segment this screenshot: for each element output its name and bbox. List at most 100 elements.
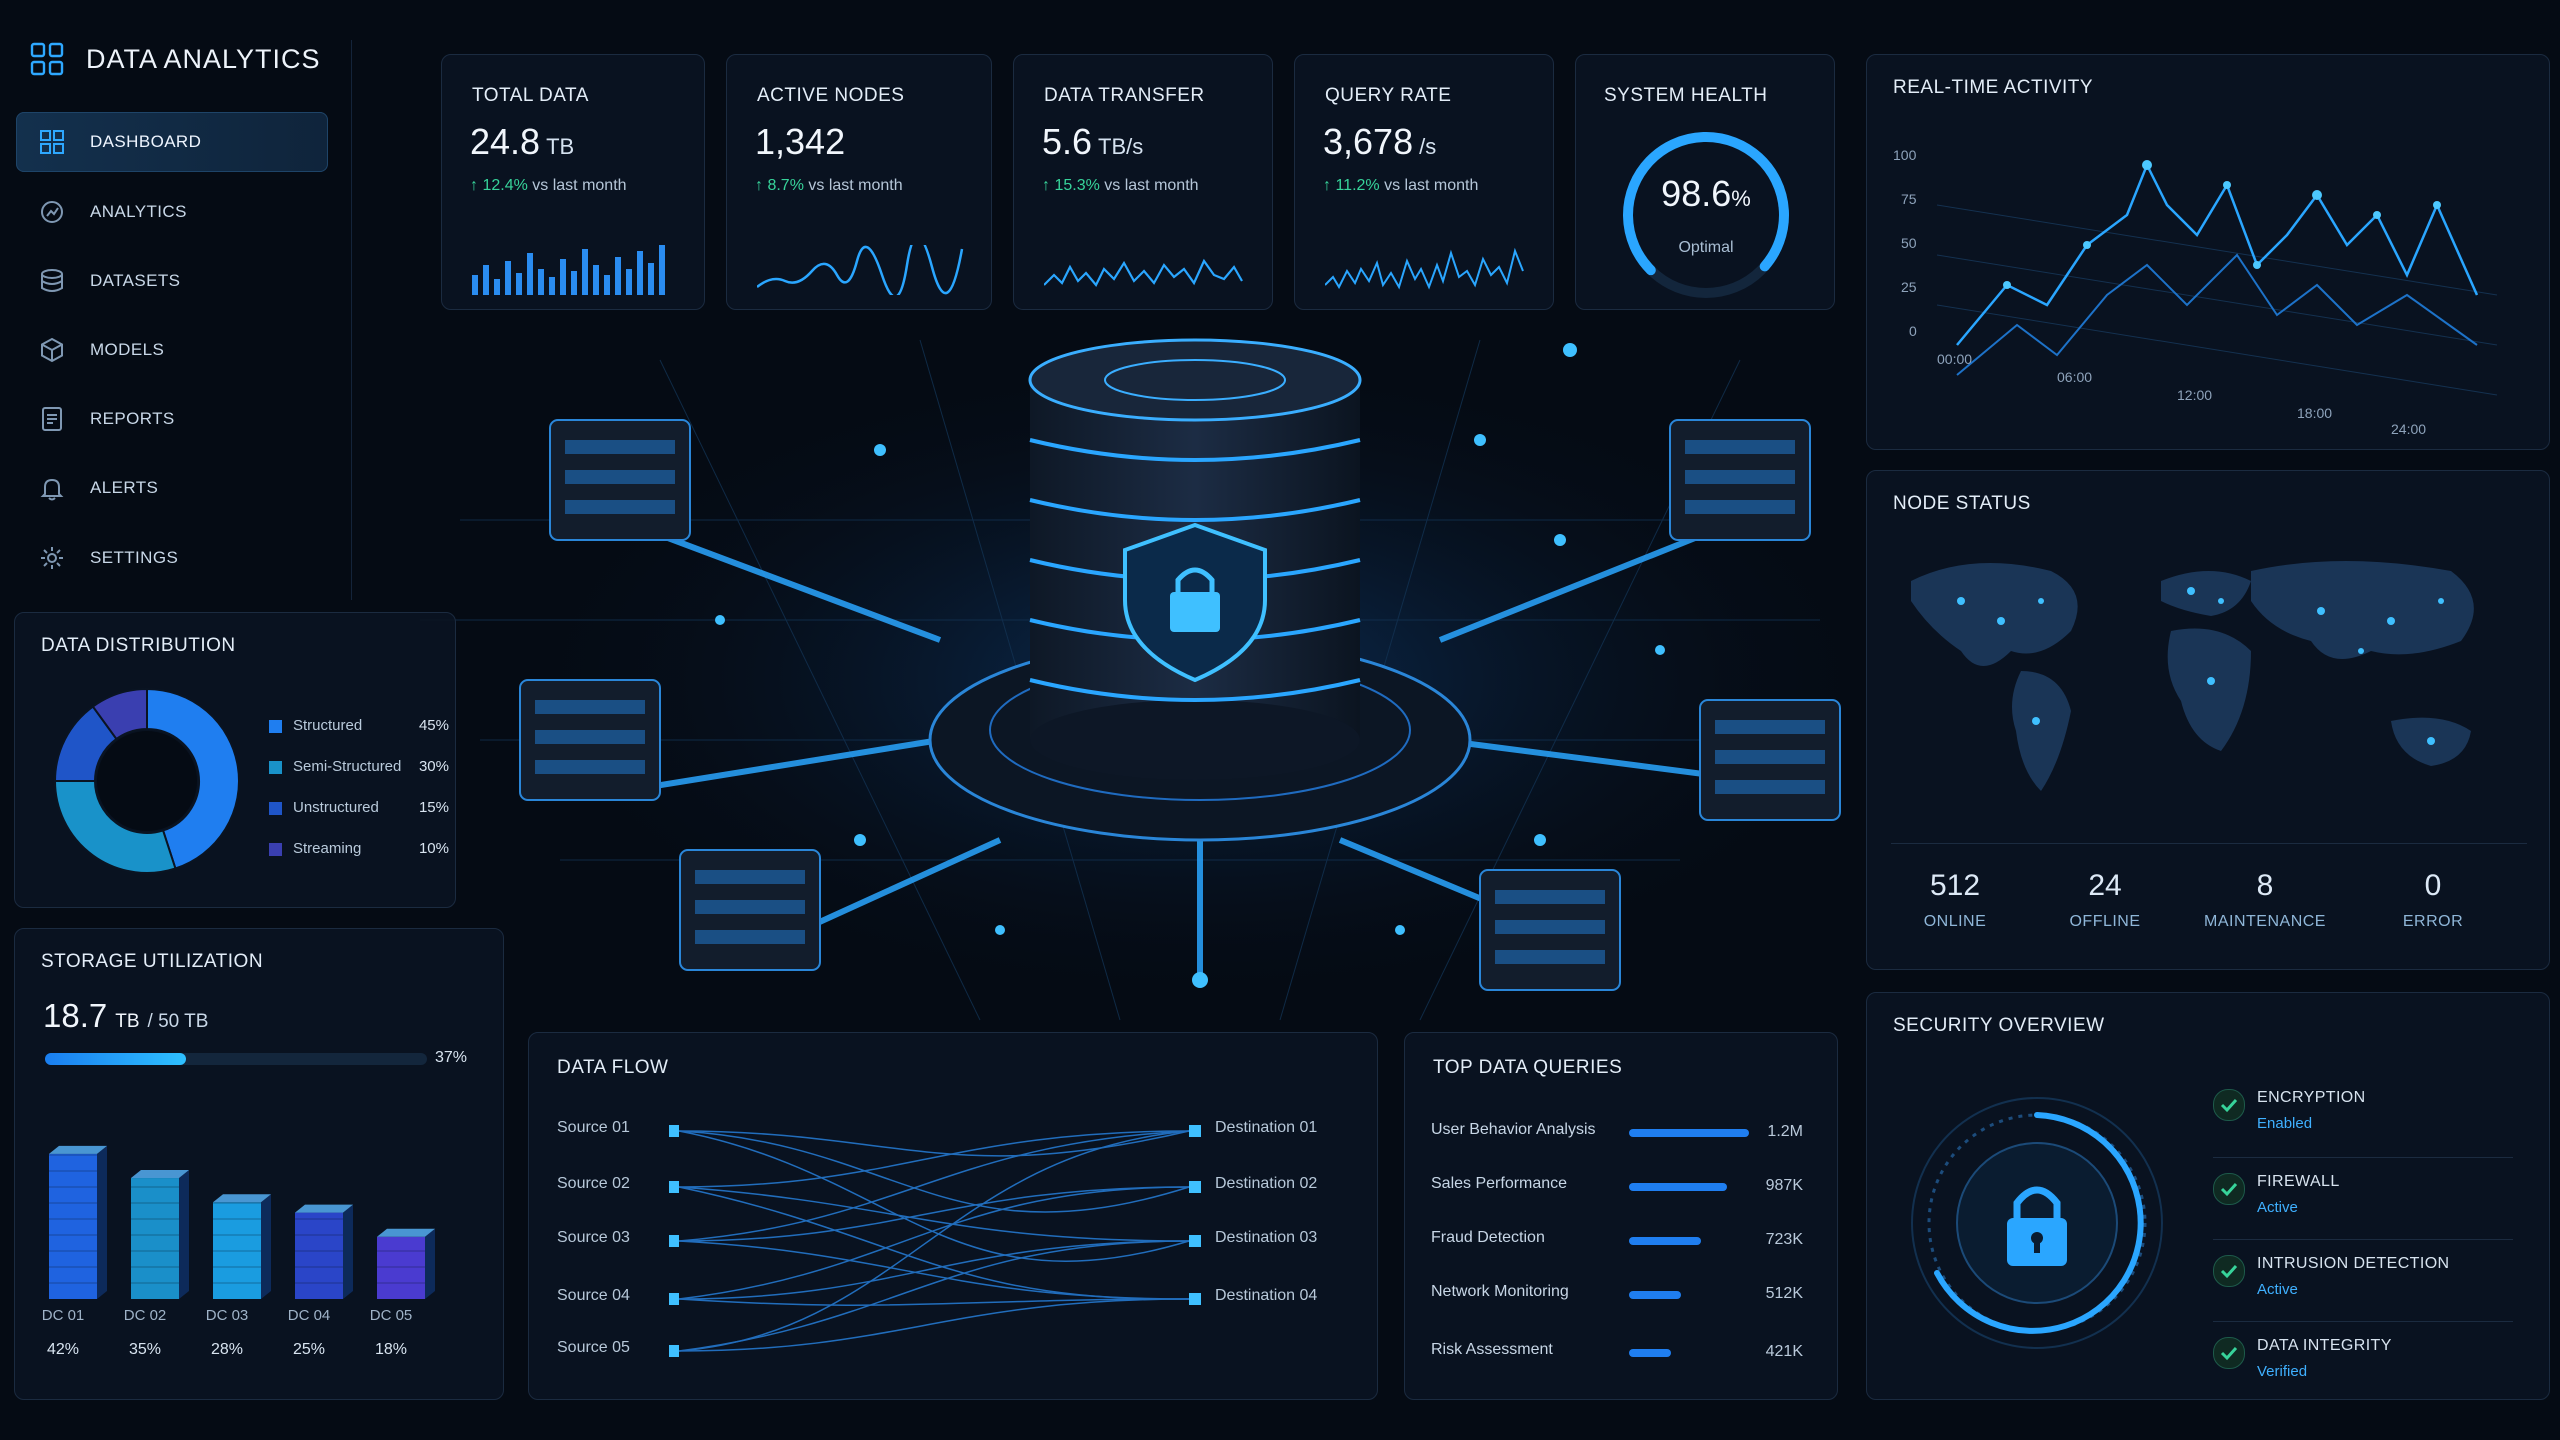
nav-item-datasets[interactable]: DATASETS bbox=[16, 251, 328, 311]
server-node bbox=[1699, 699, 1841, 821]
network-illustration bbox=[420, 338, 1870, 1021]
nav-label: ALERTS bbox=[90, 478, 159, 497]
query-value: 987K bbox=[1765, 1177, 1803, 1194]
dc-pct: 35% bbox=[128, 1341, 162, 1358]
kpi-delta-value: 8.7% bbox=[767, 177, 804, 194]
analytics-icon bbox=[41, 201, 63, 223]
dc-pct: 28% bbox=[210, 1341, 244, 1358]
kpi-title: TOTAL DATA bbox=[472, 85, 589, 106]
query-name: Network Monitoring bbox=[1431, 1283, 1569, 1300]
stat-label: ONLINE bbox=[1923, 913, 1987, 930]
y-tick: 25 bbox=[1901, 279, 1917, 295]
data-flow-panel: DATA FLOW Source 01 Source 02 Source 03 … bbox=[528, 1032, 1378, 1400]
check-icon bbox=[2213, 1337, 2245, 1369]
divider bbox=[2213, 1321, 2513, 1322]
kpi-card-active-nodes: ACTIVE NODES 1,342 ↑ 8.7% vs last month bbox=[726, 54, 992, 310]
query-row[interactable]: Fraud Detection 723K bbox=[1405, 1221, 1825, 1261]
kpi-unit: TB bbox=[546, 134, 575, 159]
kpi-value: 24.8 TB bbox=[470, 121, 574, 163]
legend-name: Semi-Structured bbox=[293, 758, 402, 775]
legend-item: Structured 45% bbox=[269, 715, 449, 739]
dc-pct: 18% bbox=[374, 1341, 408, 1358]
legend-swatch bbox=[269, 720, 282, 733]
query-name: User Behavior Analysis bbox=[1431, 1121, 1596, 1138]
legend-pct: 45% bbox=[418, 717, 449, 734]
server-node bbox=[519, 679, 661, 801]
legend-name: Streaming bbox=[293, 840, 362, 857]
dc-label: DC 02 bbox=[123, 1307, 167, 1324]
kpi-delta-value: 12.4% bbox=[482, 177, 528, 194]
kpi-title: ACTIVE NODES bbox=[757, 85, 905, 106]
kpi-delta: ↑ 15.3% vs last month bbox=[1042, 177, 1199, 195]
query-value: 1.2M bbox=[1767, 1123, 1803, 1140]
gear-icon bbox=[41, 547, 63, 569]
dc-label: DC 01 bbox=[41, 1307, 85, 1324]
stat-value: 24 bbox=[2088, 869, 2122, 902]
kpi-card-total-data: TOTAL DATA 24.8 TB ↑ 12.4% vs last month bbox=[441, 54, 705, 310]
legend-item: Semi-Structured 30% bbox=[269, 756, 449, 780]
query-bar bbox=[1629, 1237, 1701, 1245]
dc-label: DC 04 bbox=[287, 1307, 331, 1324]
nav-item-models[interactable]: MODELS bbox=[16, 320, 328, 380]
dc-bar bbox=[49, 1145, 107, 1299]
panel-title: REAL-TIME ACTIVITY bbox=[1893, 77, 2094, 98]
dashboard-icon bbox=[40, 130, 64, 154]
sparkline-jitter bbox=[1325, 247, 1524, 290]
panel-title: SECURITY OVERVIEW bbox=[1893, 1015, 2105, 1036]
nav-item-reports[interactable]: REPORTS bbox=[16, 389, 328, 449]
nav-label: MODELS bbox=[90, 340, 165, 359]
kpi-number: 24.8 bbox=[470, 121, 541, 162]
data-distribution-panel: DATA DISTRIBUTION Structured 45% Semi-Str… bbox=[14, 612, 456, 908]
query-value: 723K bbox=[1765, 1231, 1803, 1248]
panel-title: STORAGE UTILIZATION bbox=[41, 951, 264, 972]
nav-item-dashboard[interactable]: DASHBOARD bbox=[16, 112, 328, 172]
sparkline-line bbox=[757, 245, 964, 295]
node-status-panel: NODE STATUS 512 ONLINE 24 OFFLINE 8 MAIN… bbox=[1866, 470, 2550, 970]
query-row[interactable]: Sales Performance 987K bbox=[1405, 1167, 1825, 1207]
query-row[interactable]: User Behavior Analysis 1.2M bbox=[1405, 1113, 1825, 1153]
kpi-title: QUERY RATE bbox=[1325, 85, 1452, 106]
dc-label: DC 05 bbox=[369, 1307, 413, 1324]
nav-item-analytics[interactable]: ANALYTICS bbox=[16, 182, 328, 242]
nav-item-settings[interactable]: SETTINGS bbox=[16, 528, 328, 588]
check-icon bbox=[2213, 1173, 2245, 1205]
world-map bbox=[1911, 561, 2474, 791]
datacenter-bar-chart bbox=[49, 1145, 435, 1299]
storage-progress-track bbox=[45, 1053, 427, 1065]
arrow-up-icon: ↑ bbox=[1042, 177, 1055, 194]
kpi-value: 5.6 TB/s bbox=[1042, 121, 1143, 163]
security-overview-panel: SECURITY OVERVIEW ENCRYPTION Enabled FIR… bbox=[1866, 992, 2550, 1400]
dc-bar bbox=[377, 1228, 435, 1299]
x-tick: 18:00 bbox=[2297, 405, 2333, 421]
legend-item: Streaming 10% bbox=[269, 838, 449, 862]
stat-value: 512 bbox=[1929, 869, 1981, 902]
storage-utilization-panel: STORAGE UTILIZATION 18.7 TB / 50 TB 37% DC… bbox=[14, 928, 504, 1400]
system-health-title: SYSTEM HEALTH bbox=[1604, 85, 1768, 106]
query-row[interactable]: Network Monitoring 512K bbox=[1405, 1275, 1825, 1315]
legend-pct: 10% bbox=[418, 840, 449, 857]
nav-label: DASHBOARD bbox=[90, 132, 202, 151]
storage-progress-fill bbox=[45, 1053, 187, 1065]
query-value: 421K bbox=[1765, 1343, 1803, 1360]
grid-logo-icon bbox=[30, 42, 64, 76]
flow-destination: Destination 03 bbox=[1215, 1229, 1318, 1246]
panel-title: DATA DISTRIBUTION bbox=[41, 635, 236, 656]
database-icon bbox=[41, 269, 63, 292]
panel-title: TOP DATA QUERIES bbox=[1433, 1057, 1623, 1078]
security-item-status: Enabled bbox=[2257, 1115, 2313, 1132]
document-icon bbox=[42, 407, 62, 431]
top-queries-panel: TOP DATA QUERIES User Behavior Analysis 1… bbox=[1404, 1032, 1838, 1400]
nav-item-alerts[interactable]: ALERTS bbox=[16, 458, 328, 518]
activity-3d-chart bbox=[1937, 160, 2498, 396]
query-row[interactable]: Risk Assessment 421K bbox=[1405, 1333, 1825, 1373]
flow-destination: Destination 02 bbox=[1215, 1175, 1318, 1192]
legend-swatch bbox=[269, 802, 282, 815]
query-bar bbox=[1629, 1183, 1728, 1191]
x-tick: 00:00 bbox=[1937, 351, 1973, 367]
health-status: Optimal bbox=[1678, 239, 1734, 256]
panel-title: DATA FLOW bbox=[557, 1057, 669, 1078]
realtime-activity-panel: REAL-TIME ACTIVITY 100 75 50 25 0 00:00 … bbox=[1866, 54, 2550, 450]
panel-title: NODE STATUS bbox=[1893, 493, 2031, 514]
health-value: 98.6% bbox=[1616, 173, 1796, 215]
distribution-donut-chart bbox=[53, 687, 240, 874]
